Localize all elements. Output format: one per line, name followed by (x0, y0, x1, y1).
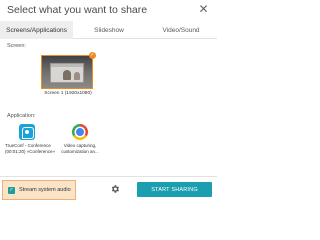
start-sharing-button[interactable]: START SHARING (137, 182, 212, 197)
dialog-footer: ✓ Stream system audio START SHARING (0, 176, 217, 202)
app-caption-line: TrueConf - Conference (5, 143, 51, 148)
stream-audio-label: Stream system audio (19, 187, 71, 193)
share-dialog: Select what you want to share ✕ Screens/… (0, 0, 217, 202)
tab-screens-applications[interactable]: Screens/Applications (0, 21, 73, 39)
selected-check-icon: ✓ (89, 52, 96, 59)
checkbox-checked-icon: ✓ (8, 186, 15, 194)
chrome-icon (72, 124, 88, 140)
app-caption-line: Video capturing, (63, 143, 97, 148)
app-caption-line: (00:01:20) «Conference» (5, 148, 56, 154)
trueconf-icon (19, 124, 35, 140)
gear-icon (111, 185, 119, 193)
application-section-label: Application: (7, 113, 36, 119)
close-button[interactable]: ✕ (197, 1, 210, 16)
screen-1-caption: Screen 1 (1920x1080) (44, 91, 92, 96)
app-item-trueconf[interactable]: TrueConf - Conference (00:01:20) «Confer… (5, 124, 55, 154)
tab-video-sound[interactable]: Video/Sound (145, 21, 217, 39)
app-caption-chrome: Video capturing, customization an... (58, 143, 102, 154)
tab-bar: Screens/Applications Slideshow Video/Sou… (0, 21, 217, 39)
dialog-title: Select what you want to share (7, 4, 148, 16)
stream-audio-checkbox[interactable]: ✓ Stream system audio (2, 180, 76, 200)
app-item-chrome[interactable]: Video capturing, customization an... (58, 124, 102, 154)
screen-section-label: Screen: (7, 43, 26, 49)
close-icon: ✕ (198, 1, 209, 16)
settings-button[interactable] (108, 182, 122, 196)
app-caption-line: customization an... (61, 148, 99, 154)
tab-slideshow[interactable]: Slideshow (73, 21, 145, 39)
app-caption-trueconf: TrueConf - Conference (00:01:20) «Confer… (5, 143, 55, 154)
screen-1-thumbnail[interactable] (41, 55, 93, 89)
preview-window (50, 63, 84, 83)
